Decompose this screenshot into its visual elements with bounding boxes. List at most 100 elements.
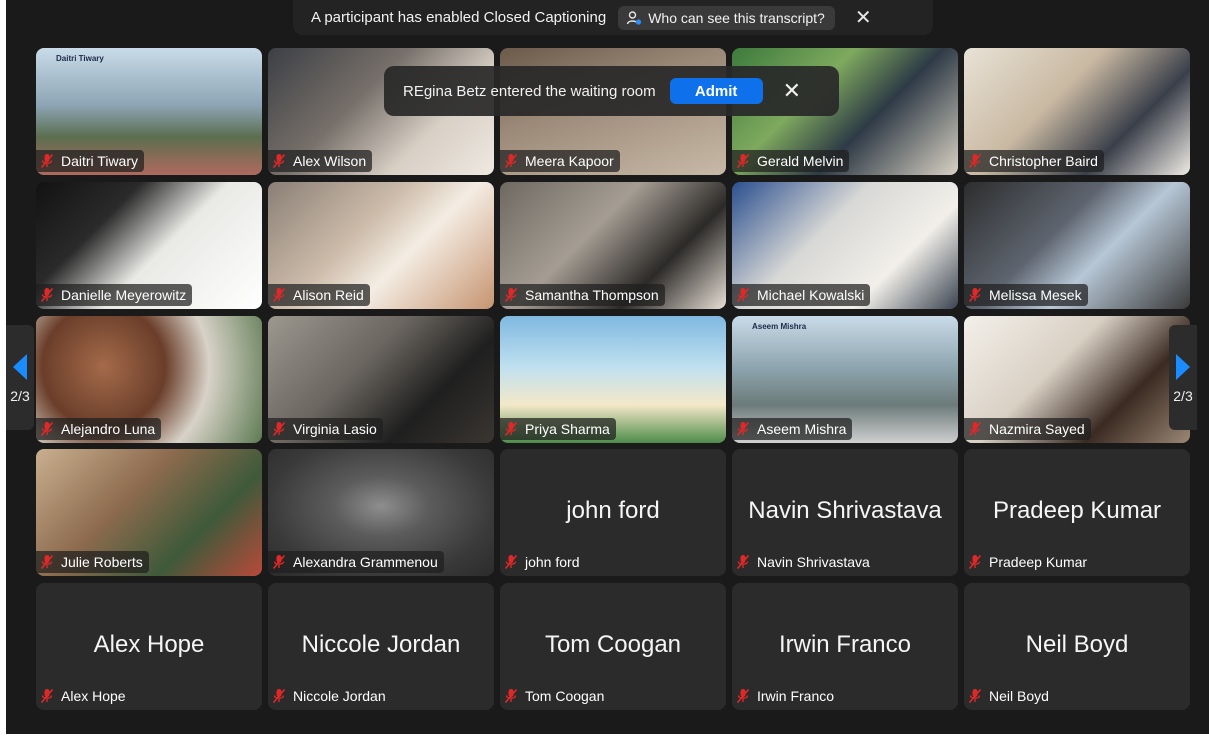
muted-mic-icon (504, 554, 518, 570)
previous-page-button[interactable]: 2/3 (6, 325, 34, 430)
muted-mic-icon (272, 688, 286, 704)
waiting-room-text: REgina Betz entered the waiting room (403, 82, 656, 100)
participant-name-tag: Virginia Lasio (268, 418, 383, 440)
participant-name: Christopher Baird (989, 153, 1098, 169)
muted-mic-icon (968, 688, 982, 704)
muted-mic-icon (272, 554, 286, 570)
participant-name-tag: Nazmira Sayed (964, 418, 1091, 440)
participant-name-tag: Aseem Mishra (732, 418, 853, 440)
participant-name: Nazmira Sayed (989, 421, 1085, 437)
participant-name: Alex Wilson (293, 153, 367, 169)
arrow-right-icon (1176, 353, 1190, 380)
participant-tile[interactable]: Michael Kowalski (732, 182, 958, 309)
participant-name: Irwin Franco (757, 688, 835, 704)
participant-tile[interactable]: Navin Shrivastava Navin Shrivastava (732, 449, 958, 576)
close-icon[interactable]: ✕ (783, 78, 801, 104)
participant-display-name: Tom Coogan (544, 631, 682, 658)
participant-name-tag: Tom Coogan (500, 685, 610, 707)
muted-mic-icon (504, 688, 518, 704)
muted-mic-icon (272, 421, 286, 437)
participant-name-tag: Meera Kapoor (500, 150, 620, 172)
muted-mic-icon (736, 287, 750, 303)
muted-mic-icon (504, 153, 518, 169)
muted-mic-icon (40, 421, 54, 437)
participant-tile[interactable]: Nazmira Sayed (964, 316, 1190, 443)
caption-banner: A participant has enabled Closed Caption… (293, 0, 933, 35)
muted-mic-icon (736, 421, 750, 437)
muted-mic-icon (272, 153, 286, 169)
muted-mic-icon (504, 421, 518, 437)
muted-mic-icon (40, 688, 54, 704)
participant-name: Tom Coogan (525, 688, 605, 704)
page-indicator: 2/3 (1173, 387, 1193, 404)
participant-tile[interactable]: Aseem Mishra Aseem Mishra (732, 316, 958, 443)
participant-name: Daitri Tiwary (61, 153, 139, 169)
waiting-room-notification: REgina Betz entered the waiting room Adm… (384, 66, 839, 116)
muted-mic-icon (968, 153, 982, 169)
participant-tile[interactable]: john ford john ford (500, 449, 726, 576)
participant-tile[interactable]: Alexandra Grammenou (268, 449, 494, 576)
participant-name-tag: Julie Roberts (36, 551, 149, 573)
participant-name: Alejandro Luna (61, 421, 156, 437)
participant-name: Alex Hope (61, 688, 126, 704)
participant-name-tag: Priya Sharma (500, 418, 616, 440)
participant-name: Meera Kapoor (525, 153, 614, 169)
participant-tile[interactable]: Alejandro Luna (36, 316, 262, 443)
caption-banner-text: A participant has enabled Closed Caption… (311, 9, 607, 26)
participant-display-name: Irwin Franco (778, 631, 912, 658)
participant-name: Danielle Meyerowitz (61, 287, 187, 303)
participant-tile[interactable]: Alison Reid (268, 182, 494, 309)
participant-tile[interactable]: Tom Coogan Tom Coogan (500, 583, 726, 710)
participant-name-tag: Pradeep Kumar (964, 551, 1093, 573)
participant-name: Michael Kowalski (757, 287, 865, 303)
participant-name-tag: Daitri Tiwary (36, 150, 145, 172)
participant-tile[interactable]: Christopher Baird (964, 48, 1190, 175)
participant-tile[interactable]: Virginia Lasio (268, 316, 494, 443)
participant-name: Priya Sharma (525, 421, 610, 437)
participant-tile[interactable]: Melissa Mesek (964, 182, 1190, 309)
participant-name: Alison Reid (293, 287, 364, 303)
transcript-visibility-label: Who can see this transcript? (648, 9, 825, 26)
participant-tile[interactable]: Neil Boyd Neil Boyd (964, 583, 1190, 710)
participant-display-name: Niccole Jordan (301, 631, 461, 658)
participant-name: Pradeep Kumar (989, 554, 1088, 570)
muted-mic-icon (968, 287, 982, 303)
participant-tile[interactable]: Julie Roberts (36, 449, 262, 576)
participant-display-name: Pradeep Kumar (992, 497, 1162, 524)
muted-mic-icon (40, 287, 54, 303)
video-banner-label: Daitri Tiwary (56, 54, 104, 63)
muted-mic-icon (40, 153, 54, 169)
participant-name-tag: Irwin Franco (732, 685, 840, 707)
muted-mic-icon (272, 287, 286, 303)
video-banner-label: Aseem Mishra (752, 322, 807, 331)
participant-name-tag: Alejandro Luna (36, 418, 162, 440)
participant-tile[interactable]: Danielle Meyerowitz (36, 182, 262, 309)
participant-tile[interactable]: Priya Sharma (500, 316, 726, 443)
muted-mic-icon (968, 421, 982, 437)
muted-mic-icon (736, 554, 750, 570)
participant-tile[interactable]: Niccole Jordan Niccole Jordan (268, 583, 494, 710)
participant-display-name: Neil Boyd (1025, 631, 1129, 658)
participant-tile[interactable]: Pradeep Kumar Pradeep Kumar (964, 449, 1190, 576)
participant-name-tag: john ford (500, 551, 585, 573)
participant-name: Aseem Mishra (757, 421, 847, 437)
muted-mic-icon (40, 554, 54, 570)
participant-tile[interactable]: Samantha Thompson (500, 182, 726, 309)
participant-name-tag: Melissa Mesek (964, 284, 1088, 306)
participant-name: Samantha Thompson (525, 287, 659, 303)
next-page-button[interactable]: 2/3 (1169, 325, 1197, 430)
participant-name-tag: Alison Reid (268, 284, 370, 306)
close-icon[interactable]: ✕ (855, 8, 872, 28)
participant-tile[interactable]: Daitri Tiwary Daitri Tiwary (36, 48, 262, 175)
muted-mic-icon (736, 688, 750, 704)
participant-tile[interactable]: Alex Hope Alex Hope (36, 583, 262, 710)
participant-name: Navin Shrivastava (757, 554, 870, 570)
admit-button[interactable]: Admit (669, 78, 763, 104)
participant-name-tag: Gerald Melvin (732, 150, 850, 172)
participant-tile[interactable]: Irwin Franco Irwin Franco (732, 583, 958, 710)
participant-display-name: Alex Hope (93, 631, 205, 658)
participant-name: Melissa Mesek (989, 287, 1082, 303)
transcript-visibility-button[interactable]: Who can see this transcript? (618, 5, 835, 30)
page-indicator: 2/3 (10, 387, 30, 404)
participant-name-tag: Alex Hope (36, 685, 132, 707)
